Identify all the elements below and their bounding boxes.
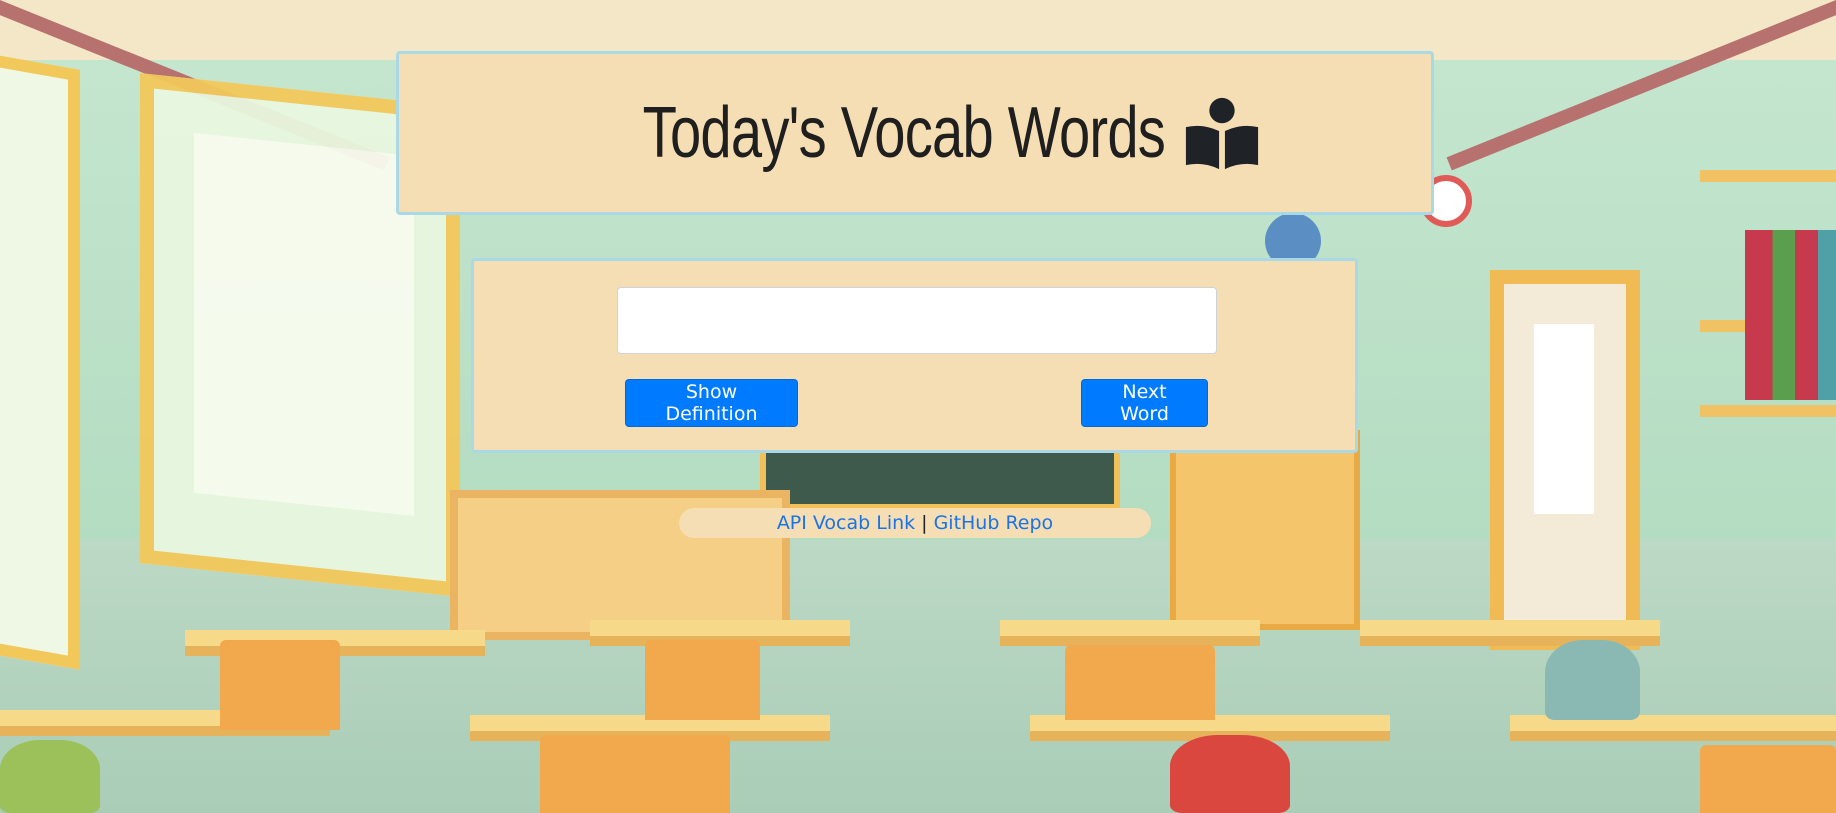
background-backpack — [1170, 735, 1290, 813]
background-chair — [220, 640, 340, 730]
background-shelf — [1700, 405, 1836, 417]
background-door — [1490, 270, 1640, 650]
background-cabinet — [1170, 430, 1360, 630]
background-backpack — [0, 740, 100, 813]
background-chair — [1065, 645, 1215, 720]
page-title: Today's Vocab Words — [642, 93, 1166, 173]
show-definition-button[interactable]: Show Definition — [625, 379, 798, 427]
footer-links: API Vocab Link | GitHub Repo — [679, 508, 1151, 538]
background-desk — [1000, 620, 1260, 646]
background-backpack — [1545, 640, 1640, 720]
background-chair — [540, 735, 730, 813]
vocab-word-field[interactable] — [617, 287, 1217, 354]
background-shelf — [1700, 170, 1836, 182]
footer-separator: | — [921, 512, 928, 534]
background-chair — [1700, 745, 1836, 813]
api-vocab-link[interactable]: API Vocab Link — [777, 512, 915, 534]
book-reader-icon — [1183, 94, 1261, 172]
next-word-button[interactable]: Next Word — [1081, 379, 1208, 427]
github-repo-link[interactable]: GitHub Repo — [934, 512, 1054, 534]
background-window-far-left — [0, 50, 80, 670]
background-books — [1745, 230, 1836, 400]
vocab-card: Show Definition Next Word — [471, 258, 1358, 453]
background-chair — [645, 640, 760, 720]
header-card: Today's Vocab Words — [396, 51, 1434, 215]
